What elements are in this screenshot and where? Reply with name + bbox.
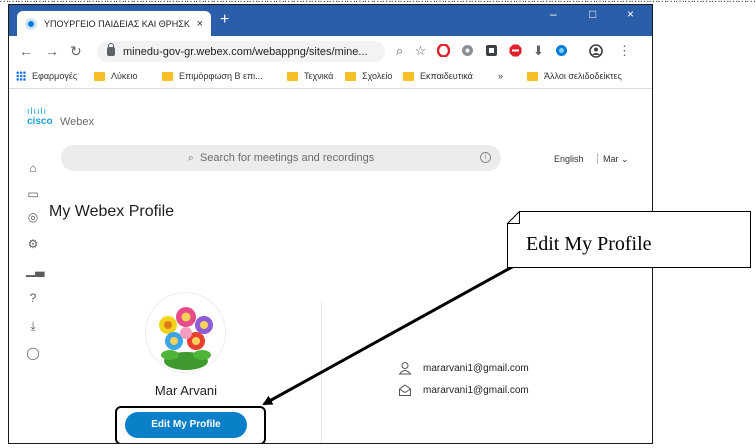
callout-label: Edit My Profile [526, 233, 652, 255]
page: …………………………………………………………………………………………………………… [0, 0, 756, 448]
annotation-callout: Edit My Profile [507, 211, 751, 268]
